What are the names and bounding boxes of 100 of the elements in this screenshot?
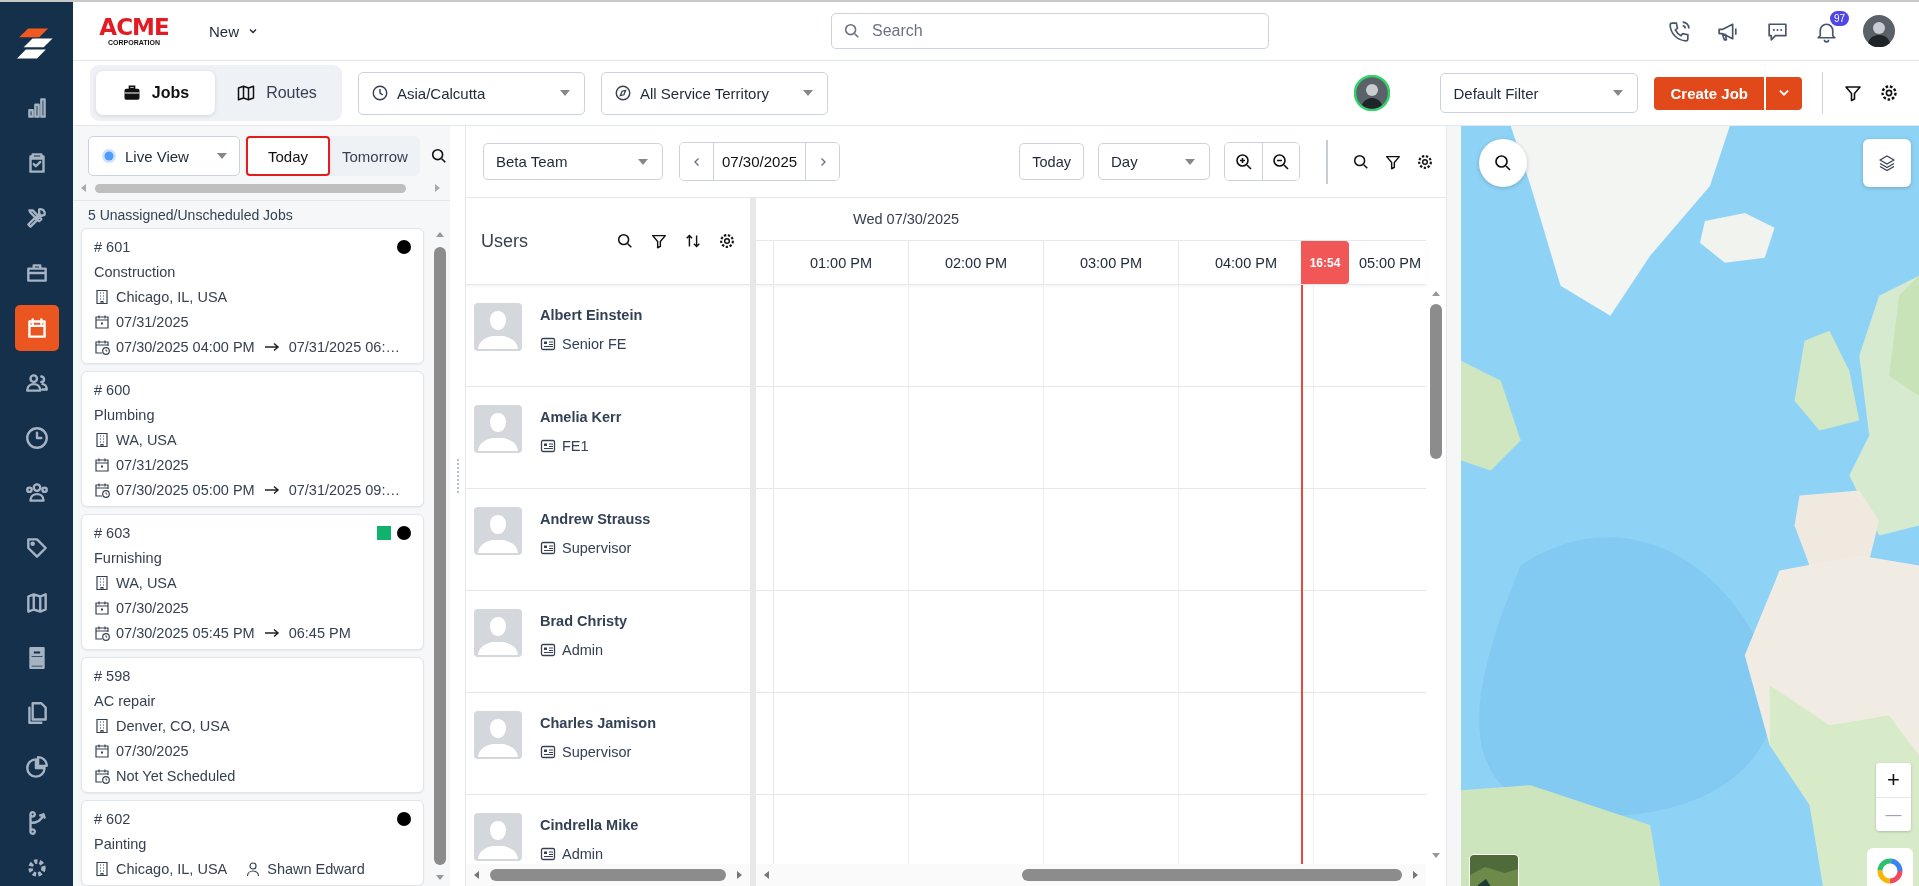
view-select[interactable]: Live View — [88, 136, 240, 176]
sidebar-button[interactable] — [14, 305, 59, 351]
scrollbar-thumb[interactable] — [434, 247, 446, 865]
day-tab[interactable]: Tomorrow — [330, 136, 420, 176]
person-icon — [245, 860, 262, 877]
calendar-icon — [94, 313, 110, 330]
filter-icon[interactable] — [1843, 83, 1863, 103]
user-name: Andrew Strauss — [540, 511, 651, 529]
user-avatar — [474, 303, 522, 351]
status-dot-icon — [101, 148, 117, 164]
create-options-button[interactable] — [1766, 76, 1802, 110]
hour-label: 03:00 PM — [1079, 254, 1143, 271]
sort-icon[interactable] — [684, 232, 702, 250]
timezone-select[interactable]: Asia/Calcutta — [358, 71, 585, 115]
scroll-right-icon[interactable] — [1410, 870, 1420, 880]
range-select[interactable]: Day — [1098, 143, 1210, 180]
job-number: # 600 — [94, 382, 132, 398]
building-icon — [94, 288, 110, 305]
job-assignee: Shawn Edward — [267, 860, 365, 877]
job-number: # 601 — [94, 239, 132, 255]
territory-select[interactable]: All Service Territory — [601, 71, 828, 115]
view-tab[interactable]: Jobs — [96, 71, 215, 115]
job-card[interactable]: # 603 Furnishing WA, USA 07/30/2025 07/30/2025 05:45 PM 06:45 PM — [81, 514, 424, 650]
id-card-icon — [540, 437, 556, 454]
job-date: 07/30/2025 — [116, 599, 189, 616]
zoom-in-icon — [1233, 151, 1254, 172]
view-tab[interactable]: Routes — [217, 71, 336, 115]
scrollbar-thumb[interactable] — [1022, 869, 1402, 881]
building-icon — [94, 860, 110, 877]
horizontal-scrollbar[interactable] — [756, 864, 1426, 886]
id-card-icon — [540, 641, 556, 658]
user-name: Charles Jamison — [540, 715, 657, 733]
job-number: # 603 — [94, 525, 132, 541]
building-icon — [94, 431, 110, 448]
settings-icon[interactable] — [1879, 83, 1899, 103]
user-role: Admin — [562, 845, 604, 862]
job-card[interactable]: # 602 Painting Chicago, IL, USA Shawn Edward — [81, 800, 424, 886]
calendar-icon — [94, 456, 110, 473]
horizontal-scrollbar[interactable] — [466, 864, 750, 886]
job-card[interactable]: # 598 AC repair Denver, CO, USA 07/30/2025 Not Yet Scheduled — [81, 657, 424, 793]
scroll-right-icon[interactable] — [734, 870, 744, 880]
users-title: Users — [481, 230, 528, 252]
scrollbar-thumb[interactable] — [95, 183, 406, 193]
search-icon[interactable] — [429, 147, 448, 165]
map-layers-button[interactable] — [1863, 139, 1911, 187]
hour-label: 04:00 PM — [1214, 254, 1278, 271]
job-location: WA, USA — [116, 574, 177, 591]
logo-wordmark: ACME — [99, 15, 169, 38]
scroll-left-icon[interactable] — [472, 870, 482, 880]
day-label: Wed 07/30/2025 — [853, 211, 960, 227]
clock-icon — [371, 84, 389, 102]
user-role: Admin — [562, 641, 604, 658]
map-icon — [236, 83, 257, 103]
user-name: Amelia Kerr — [540, 409, 622, 427]
map-logo-button[interactable] — [1867, 848, 1913, 886]
zoom-out-button[interactable] — [1262, 143, 1299, 180]
search-icon[interactable] — [1352, 152, 1370, 171]
building-icon — [94, 717, 110, 734]
zoom-out-icon — [1271, 151, 1291, 172]
search-icon[interactable] — [616, 232, 634, 250]
new-menu-button[interactable]: New — [205, 18, 263, 44]
right-arrow-icon — [263, 484, 280, 495]
job-card[interactable]: # 601 Construction Chicago, IL, USA 07/31/2025 07/30/2025 04:00 PM 07/31/2025 06:… — [81, 228, 424, 364]
job-number: # 598 — [94, 668, 132, 684]
user-avatar — [474, 813, 522, 861]
user-avatar — [474, 609, 522, 657]
job-category: Painting — [94, 835, 147, 852]
user-role: Senior FE — [562, 335, 627, 352]
avatar[interactable] — [1354, 75, 1391, 111]
phone-icon[interactable] — [1667, 18, 1692, 44]
avatar[interactable] — [1863, 15, 1895, 47]
job-card[interactable]: # 600 Plumbing WA, USA 07/31/2025 07/30/2025 05:00 PM 07/31/2025 09:… — [81, 371, 424, 507]
user-avatar — [474, 711, 522, 759]
user-avatar — [474, 405, 522, 453]
user-name: Brad Christy — [540, 613, 628, 631]
job-schedule-start: 07/30/2025 05:45 PM — [116, 624, 255, 641]
create-job-button[interactable]: Create Job — [1654, 76, 1764, 110]
dropdown-arrow-icon — [1185, 158, 1195, 165]
search-field[interactable]: Search — [831, 13, 1269, 49]
scrollbar-thumb[interactable] — [1430, 304, 1442, 459]
user-role: Supervisor — [562, 743, 632, 760]
clock-icon — [23, 425, 50, 451]
settings-icon[interactable] — [1416, 152, 1434, 171]
filter-icon[interactable] — [650, 232, 668, 250]
job-date: 07/31/2025 — [116, 456, 189, 473]
job-schedule-end: 06:45 PM — [288, 624, 351, 641]
user-role: FE1 — [562, 437, 589, 454]
scrollbar-thumb[interactable] — [490, 869, 726, 881]
settings-icon[interactable] — [718, 232, 736, 250]
ring-logo-icon — [1875, 856, 1905, 886]
today-button[interactable]: Today — [1019, 143, 1084, 180]
job-location: Denver, CO, USA — [116, 717, 230, 734]
calendar-clock-icon — [94, 338, 110, 355]
team-select[interactable]: Beta Team — [483, 143, 663, 180]
map-zoom-in-button[interactable]: + — [1876, 763, 1911, 797]
day-tab[interactable]: Today — [246, 136, 330, 176]
job-schedule-start: 07/30/2025 04:00 PM — [116, 338, 255, 355]
scroll-left-icon[interactable] — [762, 870, 772, 880]
filter-select[interactable]: Default Filter — [1440, 73, 1639, 113]
user-name: Cindrella Mike — [540, 817, 639, 835]
